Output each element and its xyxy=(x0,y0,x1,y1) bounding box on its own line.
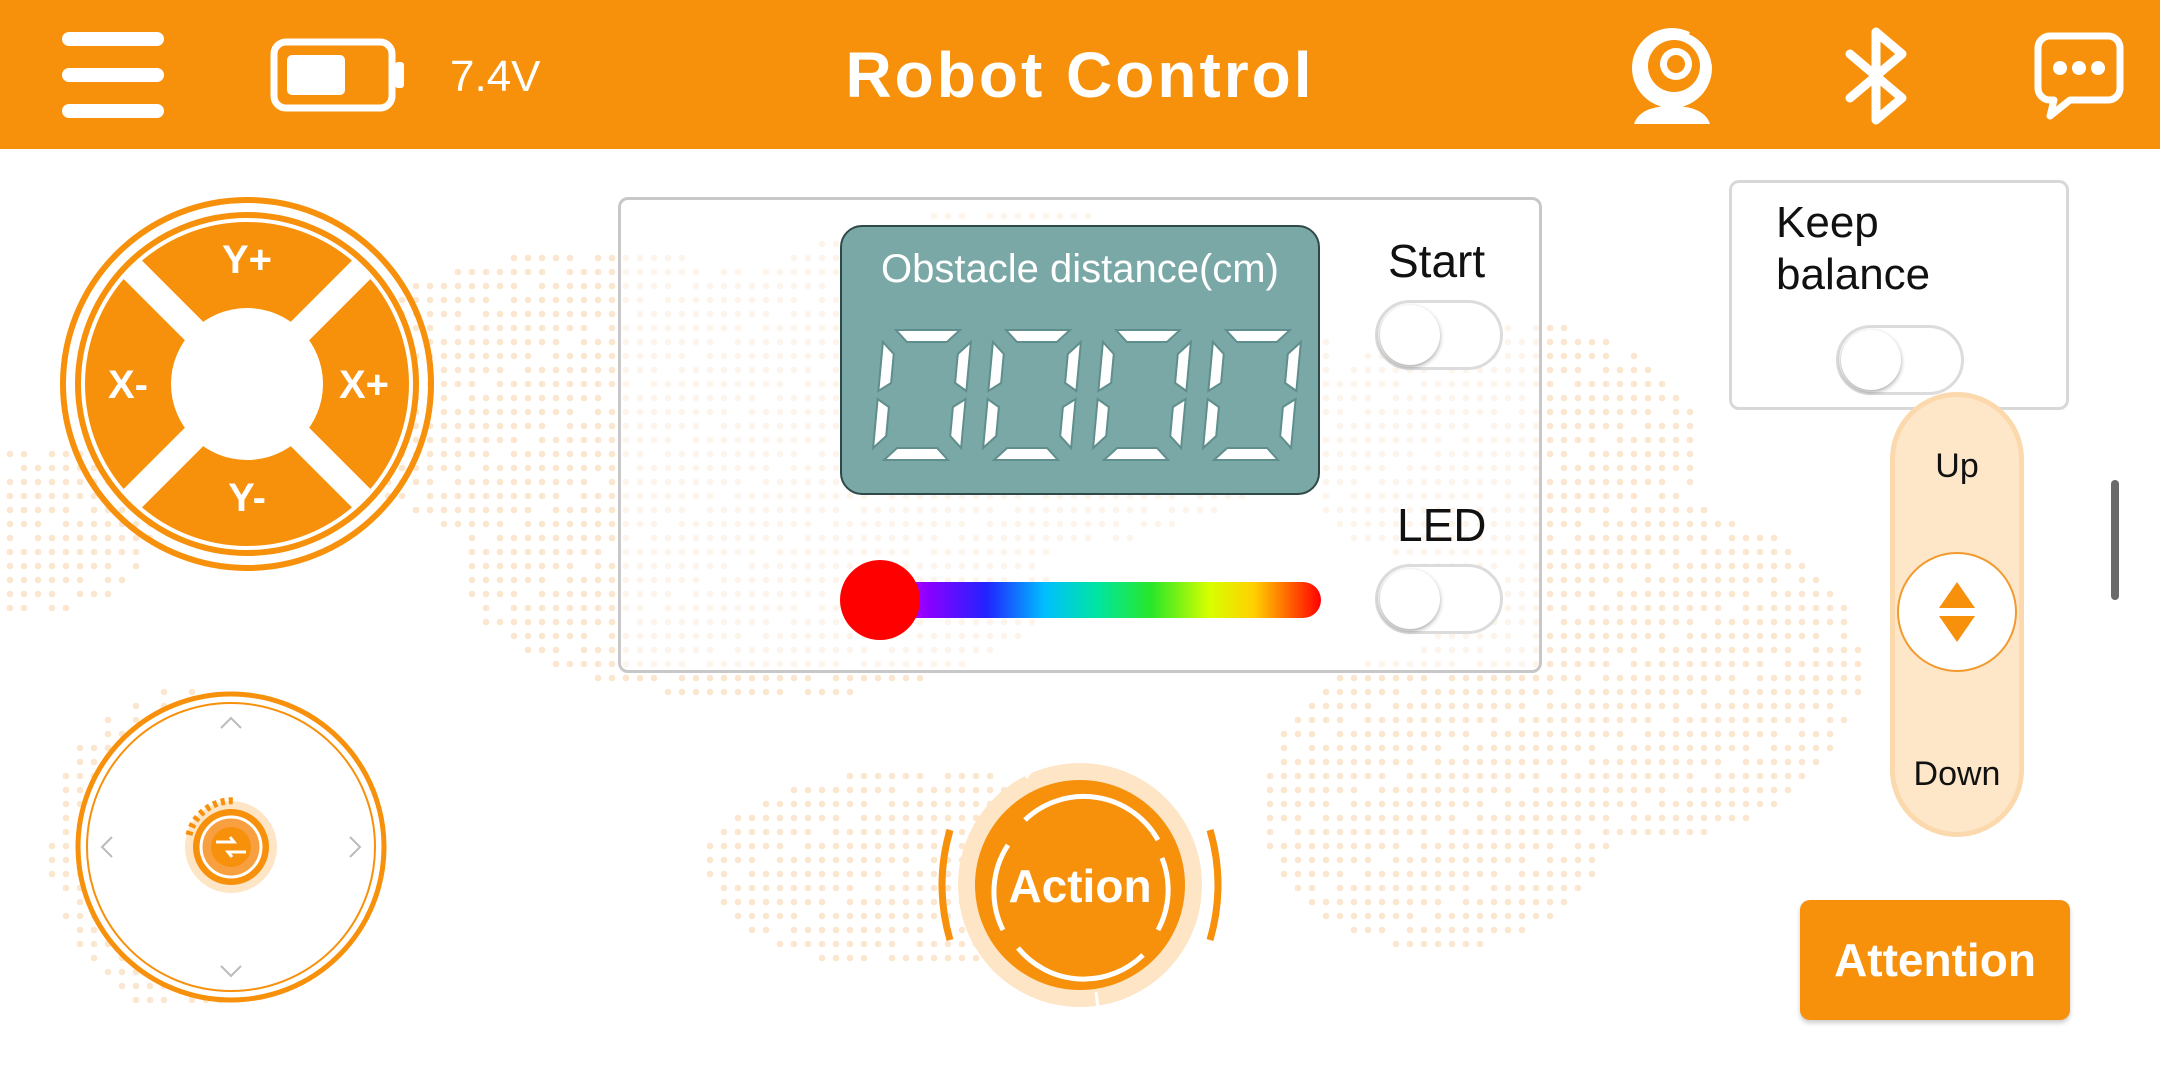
lcd-segment xyxy=(1097,339,1115,393)
lcd-segment xyxy=(893,329,963,343)
led-label: LED xyxy=(1397,499,1487,551)
height-down-label: Down xyxy=(1913,755,2001,793)
bluetooth-icon[interactable] xyxy=(1842,26,1918,126)
action-label: Action xyxy=(1008,860,1151,912)
lcd-segment xyxy=(1101,447,1171,461)
height-control: Up Down xyxy=(1890,392,2024,837)
lcd-segment xyxy=(1091,397,1110,451)
lcd-segment xyxy=(1223,329,1293,343)
lcd-segment xyxy=(871,397,890,451)
dpad-up-label: Y+ xyxy=(222,238,272,282)
lcd-segment xyxy=(1279,397,1297,451)
keep-balance-toggle[interactable] xyxy=(1836,325,1964,395)
triangle-up-icon xyxy=(1939,582,1975,608)
led-color-slider[interactable] xyxy=(875,582,1321,618)
lcd-segment xyxy=(1174,339,1193,393)
joystick-knob[interactable] xyxy=(185,797,277,893)
keep-balance-label-line2: balance xyxy=(1776,250,1931,299)
keep-balance-label-line1: Keep xyxy=(1776,198,1879,247)
start-label: Start xyxy=(1388,235,1486,287)
distance-value xyxy=(871,329,1302,461)
scrollbar[interactable] xyxy=(2111,480,2119,600)
led-color-slider-thumb[interactable] xyxy=(840,560,920,640)
app-header: 7.4V Robot Control xyxy=(0,0,2160,149)
distance-label: Obstacle distance(cm) xyxy=(881,247,1279,291)
triangle-down-icon xyxy=(1939,616,1975,642)
lcd-segment xyxy=(1207,339,1225,393)
lcd-segment xyxy=(1113,329,1183,343)
dpad-left-label: X- xyxy=(108,363,148,407)
lcd-segment xyxy=(1064,339,1083,393)
lcd-segment xyxy=(1211,447,1281,461)
start-toggle[interactable] xyxy=(1375,300,1503,370)
joystick[interactable] xyxy=(74,690,388,1004)
lcd-segment xyxy=(877,339,895,393)
lcd-segment xyxy=(949,397,967,451)
dpad-right-label: X+ xyxy=(339,363,389,407)
lcd-segment xyxy=(1201,397,1220,451)
direction-pad: Y+ Y- X- X+ xyxy=(60,197,434,571)
led-toggle[interactable] xyxy=(1375,564,1503,634)
dpad-down-label: Y- xyxy=(228,476,266,520)
lcd-segment xyxy=(954,339,973,393)
page-title: Robot Control xyxy=(845,39,1315,111)
lcd-segment xyxy=(881,447,951,461)
height-control-knob[interactable] xyxy=(1897,552,2017,672)
action-button[interactable]: Action xyxy=(928,760,1232,1010)
distance-display: Obstacle distance(cm) xyxy=(840,225,1320,495)
lcd-segment xyxy=(1059,397,1077,451)
keep-balance-card: Keep balance xyxy=(1729,180,2069,410)
lcd-segment xyxy=(1284,339,1302,393)
lcd-segment xyxy=(991,447,1061,461)
attention-button[interactable]: Attention xyxy=(1800,900,2070,1020)
lcd-segment xyxy=(1169,397,1187,451)
camera-icon[interactable] xyxy=(1620,24,1728,128)
lcd-segment xyxy=(981,397,1000,451)
lcd-segment xyxy=(987,339,1005,393)
height-up-label: Up xyxy=(1935,447,1979,485)
chat-icon[interactable] xyxy=(2034,30,2124,120)
lcd-segment xyxy=(1003,329,1073,343)
